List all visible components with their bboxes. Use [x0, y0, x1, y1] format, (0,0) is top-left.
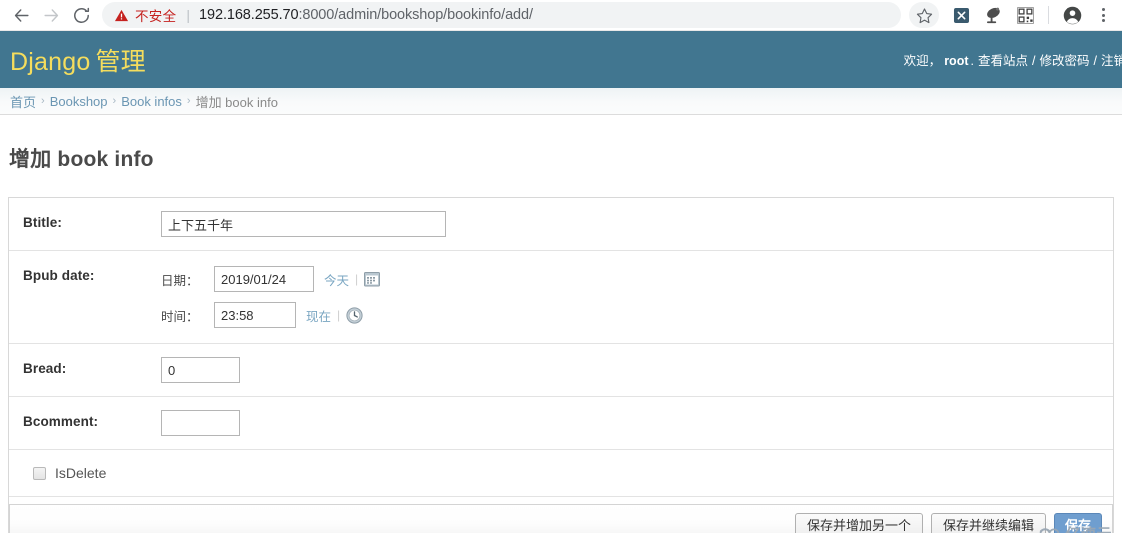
toolbar-divider [1048, 6, 1049, 24]
breadcrumb: 首页 › Bookshop › Book infos › 增加 book inf… [0, 88, 1122, 115]
save-and-continue-editing-button[interactable]: 保存并继续编辑 [930, 513, 1046, 533]
time-shortcut-separator: | [337, 308, 341, 323]
form-row-isdelete: IsDelete [9, 450, 1113, 498]
url-text: 192.168.255.70:8000/admin/bookshop/booki… [199, 7, 533, 23]
breadcrumb-item-home[interactable]: 首页 [10, 92, 36, 111]
date-today-link[interactable]: 今天 [324, 270, 349, 289]
main-content: 增加 book info Btitle: Bpub date: 日期： 今天 | [0, 129, 1122, 533]
omnibox-separator: | [186, 7, 191, 23]
view-site-link[interactable]: 查看站点 [978, 50, 1028, 69]
profile-button[interactable] [1058, 1, 1086, 29]
label-btitle: Btitle: [23, 215, 62, 231]
isdelete-checkbox[interactable] [33, 466, 46, 480]
clock-icon [346, 307, 363, 324]
field-bpub-date: 日期： 今天 | [161, 264, 1101, 330]
btitle-input[interactable] [161, 211, 446, 238]
time-now-link[interactable]: 现在 [306, 306, 331, 325]
django-admin-header: Django 管理 欢迎， root . 查看站点 / 修改密码 / 注销 [0, 31, 1122, 88]
breadcrumb-item-current: 增加 book info [195, 94, 278, 110]
isdelete-label[interactable]: IsDelete [55, 465, 106, 481]
form-row-bread: Bread: [9, 344, 1113, 398]
breadcrumb-item-bookshop[interactable]: Bookshop [50, 94, 108, 109]
url-path: /admin/bookshop/bookinfo/add/ [334, 7, 533, 23]
field-btitle [161, 211, 1101, 238]
browser-toolbar: 不安全 | 192.168.255.70:8000/admin/bookshop… [0, 0, 1122, 31]
watermark: 亿速云 [1039, 523, 1112, 533]
brand-latin: Django [10, 47, 91, 76]
form-row-bpub-date: Bpub date: 日期： 今天 | [9, 251, 1113, 345]
account-avatar-icon [1063, 6, 1081, 24]
date-label: 日期： [161, 273, 199, 288]
extension-qrcode-button[interactable] [1011, 1, 1039, 29]
page-title: 增加 book info [9, 148, 154, 172]
watermark-text: 亿速云 [1065, 523, 1112, 533]
time-line: 时间： 现在 | [161, 300, 1101, 330]
bpub-time-input[interactable] [214, 302, 296, 329]
breadcrumb-separator: › [186, 95, 191, 107]
extension-satellite-button[interactable] [979, 1, 1007, 29]
arrow-right-icon [43, 8, 58, 22]
page-wrapper: 增加 book info Btitle: Bpub date: 日期： 今天 | [0, 129, 1122, 533]
save-and-add-another-button[interactable]: 保存并增加另一个 [794, 513, 923, 533]
user-tools-slash: / [1093, 54, 1097, 68]
date-shortcut-separator: | [355, 272, 359, 287]
extension-x-button[interactable] [947, 1, 975, 29]
url-port: :8000 [298, 7, 335, 23]
brand-cn: 管理 [95, 47, 146, 76]
change-password-link[interactable]: 修改密码 [1039, 50, 1089, 69]
forward-button[interactable] [36, 1, 66, 29]
star-icon [916, 7, 932, 23]
back-button[interactable] [6, 1, 36, 29]
kebab-dot [1101, 8, 1105, 11]
reload-button[interactable] [66, 1, 96, 29]
bpub-date-input[interactable] [214, 266, 314, 293]
form-row-bcomment: Bcomment: [9, 397, 1113, 451]
welcome-text: 欢迎， [903, 54, 942, 68]
browser-menu-button[interactable] [1090, 1, 1116, 29]
clock-picker-button[interactable] [346, 307, 363, 324]
breadcrumb-item-book-infos[interactable]: Book infos [121, 94, 182, 109]
breadcrumb-separator: › [112, 95, 117, 107]
satellite-dish-icon [987, 7, 1000, 24]
field-bcomment [161, 410, 1101, 437]
add-bookinfo-form: Btitle: Bpub date: 日期： 今天 | [8, 197, 1114, 533]
breadcrumb-separator: › [41, 95, 45, 107]
username-suffix: . [970, 54, 974, 68]
security-status-label: 不安全 [135, 9, 177, 24]
logout-link[interactable]: 注销 [1101, 50, 1122, 69]
submit-row: 保存并增加另一个 保存并继续编辑 保存 [9, 504, 1113, 533]
address-bar[interactable]: 不安全 | 192.168.255.70:8000/admin/bookshop… [102, 2, 901, 28]
kebab-dot [1101, 13, 1105, 17]
label-bcomment: Bcomment: [23, 414, 99, 430]
date-line: 日期： 今天 | [161, 264, 1101, 294]
kebab-dot [1101, 19, 1105, 22]
reload-icon [73, 7, 89, 23]
bcomment-input[interactable] [161, 410, 240, 437]
x-extension-icon [953, 7, 969, 23]
user-tools: 欢迎， root . 查看站点 / 修改密码 / 注销 [904, 50, 1122, 69]
field-bread [161, 357, 1101, 384]
calendar-picker-button[interactable] [364, 271, 381, 287]
arrow-left-icon [14, 8, 29, 22]
username-label: root [944, 54, 969, 68]
bookmark-button[interactable] [909, 2, 939, 28]
form-row-btitle: Btitle: [9, 198, 1113, 252]
site-branding[interactable]: Django 管理 [10, 42, 146, 78]
calendar-icon [364, 272, 381, 287]
user-tools-slash: / [1032, 54, 1036, 68]
time-label: 时间： [161, 309, 199, 324]
qr-code-icon [1016, 6, 1034, 24]
bread-input[interactable] [161, 357, 240, 384]
url-host: 192.168.255.70 [199, 7, 299, 23]
warning-triangle-icon [114, 9, 129, 21]
label-bpub-date: Bpub date: [23, 268, 95, 284]
label-bread: Bread: [23, 361, 67, 377]
cloud-logo-icon [1040, 528, 1060, 533]
